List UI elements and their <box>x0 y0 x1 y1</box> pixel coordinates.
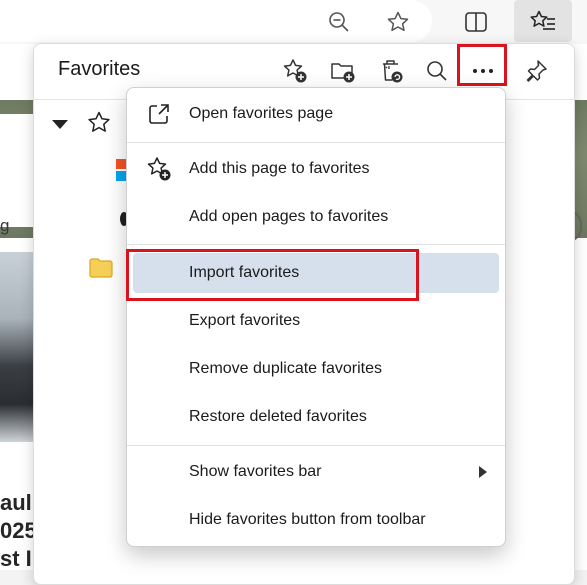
favorites-bar-star-icon <box>86 110 112 141</box>
menu-item-label: Add open pages to favorites <box>189 208 389 225</box>
favorites-more-menu: Open favorites page Add this page to fav… <box>126 87 506 547</box>
zoom-out-icon[interactable] <box>323 6 355 38</box>
browser-toolbar <box>0 0 587 44</box>
menu-item-label: Export favorites <box>189 312 301 329</box>
menu-separator <box>127 142 505 143</box>
menu-item-add-open-pages[interactable]: Add open pages to favorites <box>127 195 505 239</box>
menu-item-label: Open favorites page <box>189 105 334 122</box>
ms-logo-icon <box>116 171 126 181</box>
more-options-highlight-box <box>457 44 507 86</box>
favorite-star-icon[interactable] <box>382 6 414 38</box>
menu-item-remove-duplicates[interactable]: Remove duplicate favorites <box>127 347 505 391</box>
menu-separator <box>127 244 505 245</box>
favorites-list-icon[interactable] <box>514 0 572 42</box>
collapse-arrow-icon[interactable] <box>52 120 68 129</box>
article-headline-fragment[interactable]: aul <box>0 490 32 516</box>
pin-icon[interactable] <box>519 54 553 88</box>
menu-item-label: Remove duplicate favorites <box>189 360 382 377</box>
menu-item-label: Hide favorites button from toolbar <box>189 511 426 528</box>
add-folder-icon[interactable] <box>326 54 360 88</box>
article-headline-fragment[interactable]: st I <box>0 546 32 572</box>
import-favorites-highlight-box <box>126 249 419 301</box>
menu-item-show-favorites-bar[interactable]: Show favorites bar <box>127 450 505 494</box>
menu-item-hide-favorites-button[interactable]: Hide favorites button from toolbar <box>127 498 505 542</box>
open-external-icon <box>145 100 173 128</box>
article-headline-fragment[interactable]: 025 <box>0 518 37 544</box>
article-image[interactable] <box>0 252 34 442</box>
ms-logo-icon <box>116 159 126 169</box>
search-icon[interactable] <box>420 54 454 88</box>
chevron-right-icon <box>479 466 487 478</box>
add-favorite-icon[interactable] <box>278 54 312 88</box>
menu-separator <box>127 445 505 446</box>
menu-item-add-this-page[interactable]: Add this page to favorites <box>127 147 505 191</box>
split-screen-icon[interactable] <box>460 6 492 38</box>
favorites-panel-title: Favorites <box>58 58 141 80</box>
menu-item-label: Restore deleted favorites <box>189 408 367 425</box>
address-bar[interactable] <box>0 0 432 42</box>
add-star-icon <box>145 155 173 183</box>
menu-item-open-favorites-page[interactable]: Open favorites page <box>127 92 505 136</box>
menu-item-restore-deleted[interactable]: Restore deleted favorites <box>127 395 505 439</box>
delete-icon[interactable] <box>374 54 408 88</box>
page-text-fragment: g <box>0 216 10 235</box>
menu-item-label: Add this page to favorites <box>189 160 370 177</box>
menu-item-export-favorites[interactable]: Export favorites <box>127 299 505 343</box>
folder-icon[interactable] <box>88 257 114 284</box>
menu-item-label: Show favorites bar <box>189 463 322 480</box>
